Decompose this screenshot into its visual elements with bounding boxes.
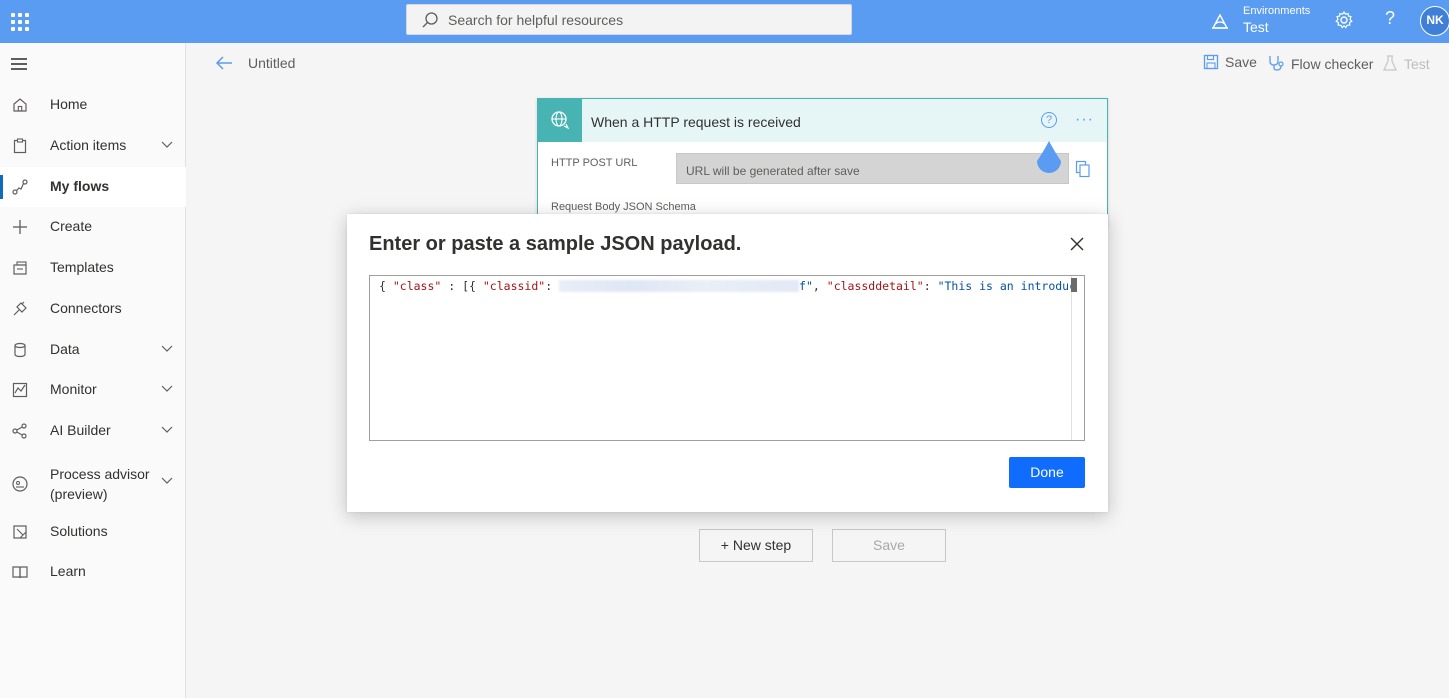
chevron-down-icon[interactable] — [160, 344, 174, 354]
code-punct: : [{ — [441, 279, 483, 293]
process-advisor-icon — [12, 476, 28, 492]
clipboard-icon — [13, 138, 27, 154]
help-icon[interactable]: ? — [1380, 8, 1400, 29]
settings-gear-icon[interactable] — [1334, 10, 1354, 30]
flow-checker-label: Flow checker — [1291, 56, 1374, 72]
connector-icon — [13, 301, 27, 316]
sidebar-item-label: Action items — [50, 137, 127, 153]
http-trigger-iconbox — [538, 99, 582, 142]
new-step-button[interactable]: + New step — [699, 529, 813, 562]
request-body-schema-label: Request Body JSON Schema — [551, 201, 696, 213]
test-label: Test — [1404, 56, 1430, 72]
http-post-url-field: URL will be generated after save — [676, 153, 1069, 184]
chevron-down-icon[interactable] — [160, 476, 174, 486]
search-icon — [422, 12, 438, 28]
sidebar-item-create[interactable]: Create — [0, 207, 186, 247]
flow-icon — [12, 179, 28, 195]
user-avatar[interactable]: NK — [1420, 6, 1449, 36]
database-icon — [14, 342, 26, 358]
top-bar: Search for helpful resources Environment… — [0, 0, 1449, 43]
back-arrow-icon[interactable] — [214, 54, 234, 72]
more-options-icon[interactable]: ··· — [1075, 111, 1094, 129]
home-icon — [13, 98, 27, 112]
stethoscope-icon — [1269, 56, 1284, 71]
sidebar-item-label: My flows — [50, 178, 110, 194]
json-payload-dialog: Enter or paste a sample JSON payload. { … — [347, 214, 1108, 512]
text-cursor — [1071, 278, 1077, 292]
copy-icon[interactable] — [1075, 160, 1091, 178]
sidebar-item-action-items[interactable]: Action items — [0, 126, 186, 166]
sidebar-item-monitor[interactable]: Monitor — [0, 370, 186, 410]
done-button[interactable]: Done — [1009, 457, 1085, 488]
sidebar-item-templates[interactable]: Templates — [0, 248, 186, 288]
sidebar-item-label: Learn — [50, 563, 86, 579]
search-input[interactable]: Search for helpful resources — [406, 4, 852, 35]
code-value-detail: "This is an introduc — [937, 279, 1077, 293]
flow-checker-button[interactable]: Flow checker — [1267, 54, 1373, 74]
sidebar-item-label: AI Builder — [50, 422, 111, 438]
chevron-down-icon[interactable] — [160, 140, 174, 150]
sidebar-item-label: Data — [50, 341, 80, 357]
editor-scrollbar[interactable] — [1071, 276, 1084, 440]
sidebar-item-learn[interactable]: Learn — [0, 552, 186, 592]
code-key-class: "class" — [392, 279, 442, 293]
solutions-icon — [13, 525, 27, 539]
sidebar-item-label: Templates — [50, 259, 114, 275]
save-icon — [1203, 54, 1219, 70]
sidebar-item-data[interactable]: Data — [0, 330, 186, 370]
sidebar-item-label: Home — [50, 96, 88, 112]
save-label: Save — [1225, 54, 1257, 70]
chevron-down-icon[interactable] — [160, 384, 174, 394]
sidebar-item-home[interactable]: Home — [0, 85, 186, 125]
close-icon[interactable] — [1069, 236, 1085, 252]
save-command-button[interactable]: Save — [1203, 54, 1257, 74]
monitor-icon — [12, 382, 28, 398]
flow-title[interactable]: Untitled — [248, 55, 295, 71]
redacted-value — [559, 280, 800, 292]
code-key-classddetail: "classddetail" — [826, 279, 924, 293]
sidebar-item-label: Create — [50, 218, 93, 234]
http-post-url-label: HTTP POST URL — [551, 157, 638, 169]
globe-request-icon — [551, 111, 570, 130]
templates-icon — [13, 261, 27, 275]
search-placeholder: Search for helpful resources — [448, 12, 624, 28]
plus-icon — [13, 220, 27, 234]
code-punct: , — [812, 279, 827, 293]
code-punct: : — [545, 279, 560, 293]
sidebar-item-process-advisor[interactable]: Process advisor (preview) — [0, 461, 186, 511]
dialog-title: Enter or paste a sample JSON payload. — [369, 233, 742, 255]
chevron-down-icon[interactable] — [160, 425, 174, 435]
sidebar-item-solutions[interactable]: Solutions — [0, 512, 186, 552]
trigger-card-header[interactable]: When a HTTP request is received ? ··· — [538, 99, 1107, 142]
hamburger-menu-icon[interactable] — [11, 58, 27, 70]
flask-icon — [1382, 55, 1398, 71]
trigger-card[interactable]: When a HTTP request is received ? ··· HT… — [537, 98, 1108, 228]
code-value-tail: f" — [799, 279, 813, 293]
help-circle-icon[interactable]: ? — [1041, 112, 1057, 128]
environments-label: Environments — [1243, 5, 1311, 17]
code-key-classid: "classid" — [482, 279, 546, 293]
environment-name[interactable]: Test — [1243, 19, 1269, 35]
canvas-save-button[interactable]: Save — [832, 529, 946, 562]
left-nav: Home Action items My flows Create Templa… — [0, 43, 186, 698]
test-button[interactable]: Test — [1382, 54, 1430, 74]
sidebar-item-label: Solutions — [50, 523, 108, 539]
sidebar-item-ai-builder[interactable]: AI Builder — [0, 411, 186, 451]
cursor-drop-icon — [1037, 141, 1061, 173]
code-punct: : — [923, 279, 938, 293]
trigger-card-title: When a HTTP request is received — [591, 114, 801, 130]
sidebar-item-connectors[interactable]: Connectors — [0, 289, 186, 329]
ai-builder-icon — [12, 423, 27, 439]
code-brace: { — [379, 279, 393, 293]
sidebar-item-label: Connectors — [50, 300, 122, 316]
app-launcher-icon[interactable] — [9, 11, 29, 31]
environment-icon[interactable] — [1210, 11, 1230, 31]
sidebar-item-label: Monitor — [50, 381, 97, 397]
json-code-line: { "class" : [{ "classid": f", "classddet… — [379, 279, 1076, 293]
sidebar-item-my-flows[interactable]: My flows — [0, 167, 186, 207]
url-placeholder: URL will be generated after save — [686, 164, 860, 178]
sidebar-item-label: Process advisor (preview) — [50, 466, 150, 502]
book-icon — [12, 566, 28, 579]
json-payload-editor[interactable]: { "class" : [{ "classid": f", "classddet… — [369, 275, 1085, 441]
